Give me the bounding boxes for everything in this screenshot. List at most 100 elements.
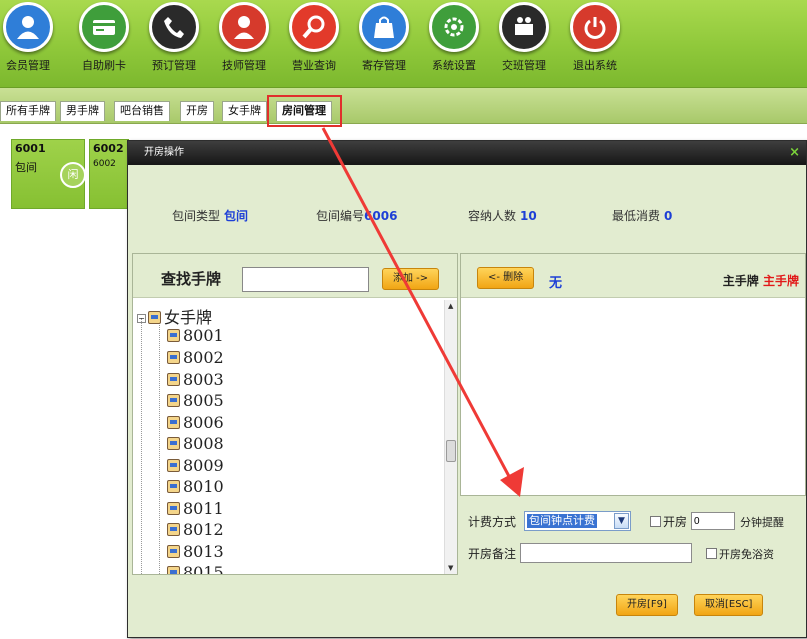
tree-connector (159, 320, 160, 574)
capacity-label: 容纳人数 (468, 209, 517, 223)
user-icon (3, 2, 53, 52)
room-number-value: 6006 (364, 209, 398, 223)
tree-item-label: 8008 (183, 434, 224, 453)
tree-root-node[interactable]: − 女手牌 (137, 304, 212, 328)
room-type-label: 包间类型 (172, 209, 221, 223)
capacity-info: 容纳人数 10 (468, 207, 537, 224)
open-room-button[interactable]: 开房[F9] (616, 594, 678, 616)
tree-item[interactable]: 8001 (167, 326, 224, 345)
billing-method-value: 包间钟点计费 (527, 514, 597, 528)
tree-item[interactable]: 8012 (167, 520, 224, 539)
card-tree: − 女手牌 8001 8002 8003 8005 8006 8008 8009 … (133, 300, 443, 574)
highlight-box (267, 95, 342, 127)
main-toolbar: 会员管理 自助刷卡 预订管理 技师管理 营业查询 寄存管理 系统设置 交班管理 … (0, 0, 807, 88)
room-card[interactable]: 6001 包间 闲 (11, 139, 86, 209)
selected-none-label: 无 (549, 276, 563, 291)
tab-open-room[interactable]: 开房 (180, 101, 214, 121)
delete-button[interactable]: <- 删除 (477, 267, 535, 289)
tree-item[interactable]: 8006 (167, 413, 224, 432)
scroll-thumb[interactable] (446, 440, 456, 462)
tree-scrollbar[interactable]: ▲ ▼ (444, 300, 457, 574)
tree-item[interactable]: 8010 (167, 477, 224, 496)
card-icon (167, 394, 180, 407)
tab-male-cards[interactable]: 男手牌 (60, 101, 105, 121)
toolbar-query-button[interactable]: 营业查询 (279, 2, 349, 84)
tab-bar-sales[interactable]: 吧台销售 (114, 101, 170, 121)
note-input[interactable] (520, 543, 692, 563)
open-room-checkbox-row[interactable]: 开房 (650, 513, 687, 530)
scroll-down-icon[interactable]: ▼ (448, 564, 453, 572)
toolbar-technician-button[interactable]: 技师管理 (209, 2, 279, 84)
tab-female-cards[interactable]: 女手牌 (222, 101, 267, 121)
tree-item-label: 8012 (183, 520, 224, 539)
toolbar-label: 寄存管理 (362, 59, 406, 72)
card-icon (167, 523, 180, 536)
tree-item[interactable]: 8013 (167, 542, 224, 561)
tab-bar: 所有手牌 男手牌 吧台销售 开房 女手牌 房间管理 (0, 88, 807, 124)
add-button[interactable]: 添加 -> (382, 268, 440, 290)
card-icon (167, 480, 180, 493)
tab-all-cards[interactable]: 所有手牌 (0, 101, 56, 121)
close-icon[interactable]: × (789, 141, 800, 165)
tree-item[interactable]: 8011 (167, 499, 224, 518)
toolbar-label: 技师管理 (222, 59, 266, 72)
room-sub: 6002 (93, 159, 116, 169)
tree-item-label: 8009 (183, 456, 224, 475)
toolbar-selfcard-button[interactable]: 自助刷卡 (69, 2, 139, 84)
toolbar-label: 系统设置 (432, 59, 476, 72)
main-card-info: 主手牌 主手牌 (723, 272, 799, 289)
toolbar-storage-button[interactable]: 寄存管理 (349, 2, 419, 84)
tree-item-label: 8002 (183, 348, 224, 367)
handover-icon (499, 2, 549, 52)
technician-icon (219, 2, 269, 52)
main-card-value: 主手牌 (762, 274, 799, 288)
open-room-checkbox[interactable] (650, 516, 661, 527)
reminder-minutes-input[interactable] (691, 512, 735, 530)
tree-connector (141, 318, 142, 574)
free-bath-checkbox-row[interactable]: 开房免浴资 (706, 546, 774, 562)
tree-root-label: 女手牌 (164, 308, 213, 327)
tree-item[interactable]: 8015 (167, 563, 224, 574)
card-icon (167, 416, 180, 429)
card-icon (167, 566, 180, 574)
tree-item-label: 8015 (183, 563, 224, 574)
search-input[interactable] (242, 267, 369, 292)
tree-item-label: 8010 (183, 477, 224, 496)
tree-item[interactable]: 8009 (167, 456, 224, 475)
capacity-value: 10 (520, 209, 537, 223)
free-bath-checkbox[interactable] (706, 548, 717, 559)
tree-item-label: 8011 (183, 499, 224, 518)
min-spend-value: 0 (664, 209, 673, 223)
card-icon (167, 437, 180, 450)
room-number-info: 包间编号6006 (316, 207, 397, 224)
toolbar-exit-button[interactable]: 退出系统 (560, 2, 630, 84)
tree-item[interactable]: 8005 (167, 391, 224, 410)
toolbar-label: 预订管理 (152, 59, 196, 72)
card-icon (167, 329, 180, 342)
card-icon (167, 351, 180, 364)
billing-method-select[interactable]: 包间钟点计费 ▼ (524, 511, 631, 531)
toolbar-shift-button[interactable]: 交班管理 (489, 2, 559, 84)
scroll-up-icon[interactable]: ▲ (448, 302, 453, 310)
toolbar-settings-button[interactable]: 系统设置 (419, 2, 489, 84)
card-icon (167, 545, 180, 558)
chevron-down-icon[interactable]: ▼ (614, 513, 629, 529)
tree-item[interactable]: 8008 (167, 434, 224, 453)
toolbar-member-button[interactable]: 会员管理 (0, 2, 63, 84)
room-card[interactable]: 6002 6002 (89, 139, 129, 209)
note-label: 开房备注 (468, 547, 517, 561)
min-spend-info: 最低消费 0 (612, 207, 672, 224)
free-bath-label: 开房免浴资 (719, 548, 774, 561)
card-icon (79, 2, 129, 52)
collapse-icon[interactable]: − (137, 314, 146, 323)
phone-icon (149, 2, 199, 52)
tree-item-label: 8003 (183, 370, 224, 389)
toolbar-booking-button[interactable]: 预订管理 (139, 2, 209, 84)
tree-item[interactable]: 8002 (167, 348, 224, 367)
tree-item[interactable]: 8003 (167, 370, 224, 389)
toolbar-label: 会员管理 (6, 59, 50, 72)
room-number: 6002 (93, 142, 124, 155)
card-icon (167, 502, 180, 515)
cancel-button[interactable]: 取消[ESC] (694, 594, 764, 616)
card-search-panel: 查找手牌 添加 -> − 女手牌 8001 8002 8003 8005 8006… (132, 253, 458, 575)
